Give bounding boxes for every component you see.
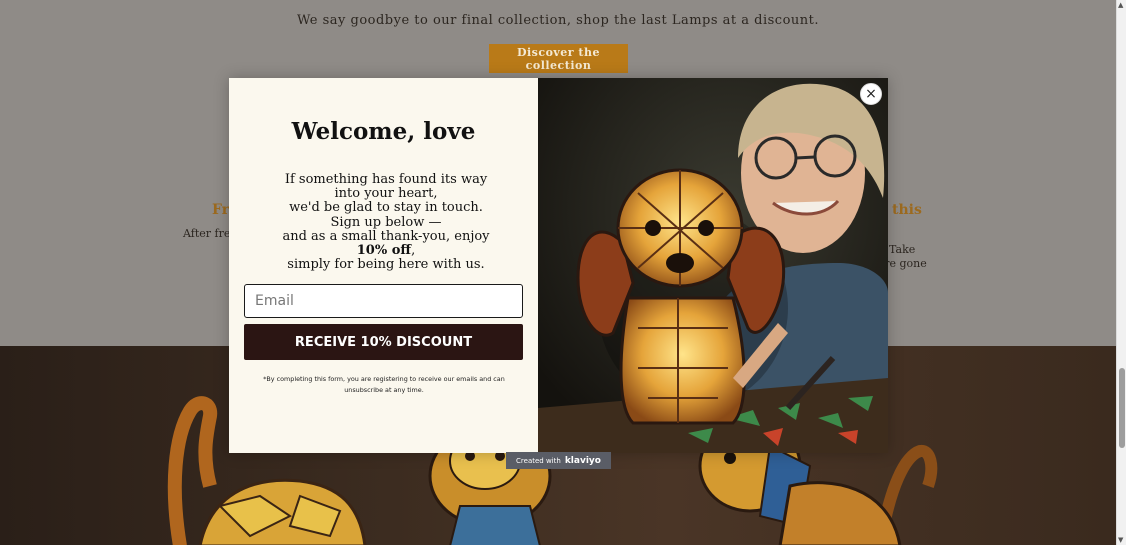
discount-highlight: 10% off	[356, 243, 412, 259]
popup-message-line: If something has found its way into your…	[284, 172, 488, 202]
discover-collection-button[interactable]: Discover the collection	[489, 44, 628, 73]
klaviyo-logo: klaviyo	[564, 455, 601, 466]
scroll-up-arrow-icon[interactable]: ▲	[1118, 1, 1123, 9]
email-field[interactable]	[244, 284, 523, 318]
popup-message: If something has found its way into your…	[271, 172, 501, 273]
close-popup-button[interactable]: ×	[860, 83, 882, 105]
scrollbar-thumb[interactable]	[1119, 368, 1125, 448]
popup-message-text: ,	[411, 243, 416, 259]
page-scrollbar[interactable]: ▲ ▼	[1116, 0, 1126, 545]
feature-left-title: Fr	[212, 202, 230, 218]
created-with-klaviyo-badge[interactable]: Created with klaviyo	[506, 452, 611, 469]
close-icon: ×	[865, 86, 877, 102]
popup-message-line: we'd be glad to stay in touch.	[289, 200, 483, 216]
popup-message-line: simply for being here with us.	[287, 257, 485, 273]
feature-right-title: this	[892, 202, 922, 218]
badge-prefix: Created with	[516, 456, 561, 465]
popup-form-panel: Welcome, love If something has found its…	[229, 78, 538, 453]
popup-title: Welcome, love	[291, 118, 476, 145]
popup-hero-image	[538, 78, 888, 453]
signup-popup: Welcome, love If something has found its…	[229, 78, 888, 453]
receive-discount-button[interactable]: RECEIVE 10% DISCOUNT	[244, 324, 523, 360]
popup-message-line: and as a small thank-you, enjoy 10% off,	[271, 228, 501, 259]
popup-message-text: and as a small thank-you, enjoy	[282, 228, 490, 244]
scroll-down-arrow-icon[interactable]: ▼	[1118, 536, 1123, 544]
popup-message-line: Sign up below —	[330, 214, 442, 230]
artisan-with-dog-lamp-image	[538, 78, 888, 453]
form-disclaimer: *By completing this form, you are regist…	[263, 375, 505, 394]
announcement-text: We say goodbye to our final collection, …	[296, 13, 820, 28]
